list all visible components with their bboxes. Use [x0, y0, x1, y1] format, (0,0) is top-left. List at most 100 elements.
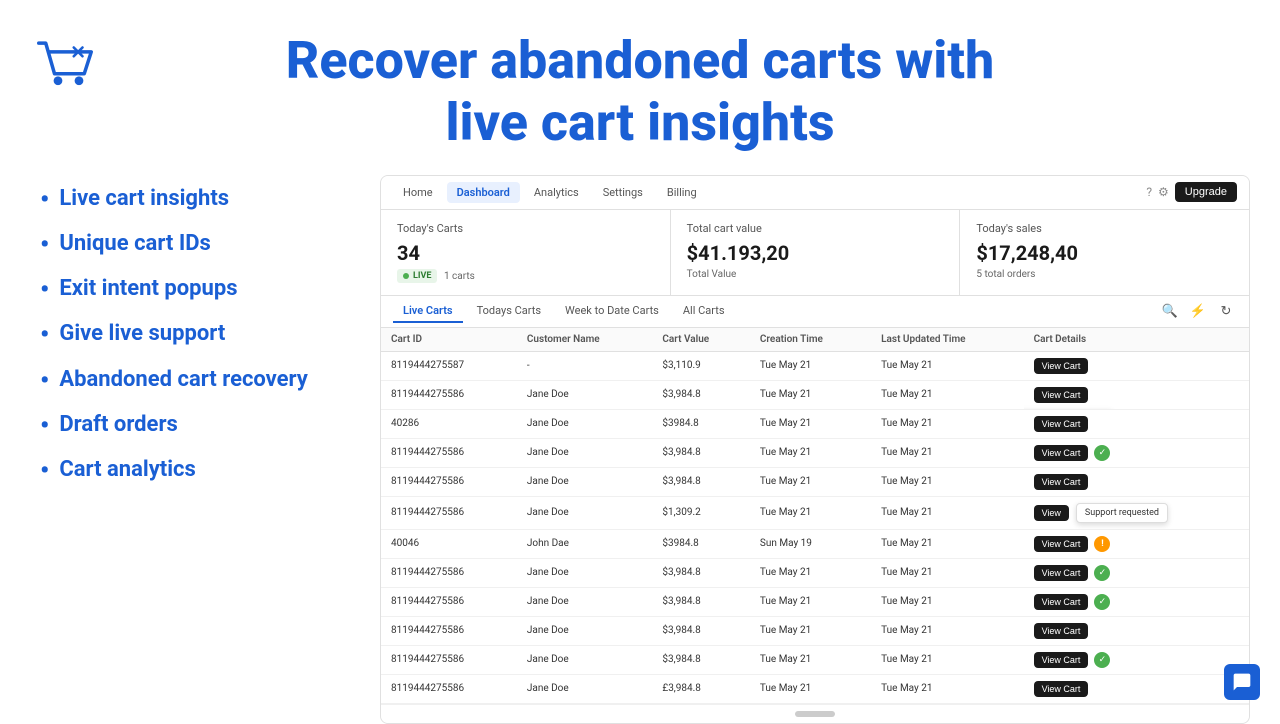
cell-0: 8119444275586 — [381, 558, 517, 587]
cell-3: Tue May 21 — [750, 380, 871, 409]
view-cart-button[interactable]: View Cart — [1034, 681, 1089, 697]
nav-item-home[interactable]: Home — [393, 182, 443, 203]
badge-green: ✓ — [1094, 445, 1110, 461]
view-cart-button[interactable]: View Cart — [1034, 536, 1089, 552]
stat-todays-carts: Today's Carts 34 LIVE 1 carts — [381, 210, 671, 295]
cart-details-cell: View Support requested — [1024, 496, 1249, 529]
todays-carts-sub: LIVE 1 carts — [397, 269, 654, 283]
cell-2: $3,984.8 — [652, 645, 750, 674]
cell-3: Tue May 21 — [750, 616, 871, 645]
cell-1: Jane Doe — [517, 558, 653, 587]
cell-2: $1,309.2 — [652, 496, 750, 529]
nav-item-billing[interactable]: Billing — [657, 182, 707, 203]
col-last-updated: Last Updated Time — [871, 328, 1023, 352]
cart-details-cell: View Cart ✓ — [1024, 558, 1249, 587]
cell-2: $3,984.8 — [652, 587, 750, 616]
cell-2: $3,984.8 — [652, 616, 750, 645]
nav-bar: Home Dashboard Analytics Settings Billin… — [381, 176, 1249, 210]
cell-1: Jane Doe — [517, 587, 653, 616]
scroll-bar[interactable] — [795, 711, 835, 717]
cell-1: Jane Doe — [517, 616, 653, 645]
cell-4: Tue May 21 — [871, 674, 1023, 703]
feature-item-abandoned-cart-recovery: Abandoned cart recovery — [40, 366, 350, 397]
badge-green: ✓ — [1094, 565, 1110, 581]
view-cart-button[interactable]: View Cart — [1034, 387, 1089, 403]
nav-item-dashboard[interactable]: Dashboard — [447, 182, 520, 203]
cell-1: Jane Doe — [517, 380, 653, 409]
badge-orange: ! — [1094, 536, 1110, 552]
cell-0: 8119444275587 — [381, 351, 517, 380]
cell-4: Tue May 21 — [871, 438, 1023, 467]
table-row: 8119444275586Jane Doe$3,984.8Tue May 21T… — [381, 558, 1249, 587]
page-header: Recover abandoned carts with live cart i… — [0, 0, 1280, 175]
feature-item-give-live-support: Give live support — [40, 320, 350, 351]
cell-2: $3,984.8 — [652, 467, 750, 496]
cart-details-cell: View Cart — [1024, 467, 1249, 496]
table-row: 8119444275586Jane Doe$3,984.8Tue May 21T… — [381, 616, 1249, 645]
cell-2: $3984.8 — [652, 529, 750, 558]
cell-3: Tue May 21 — [750, 558, 871, 587]
view-cart-button[interactable]: View Cart — [1034, 416, 1089, 432]
chat-fab[interactable] — [1224, 664, 1260, 700]
table-row: 40046John Dae$3984.8Sun May 19Tue May 21… — [381, 529, 1249, 558]
cell-4: Tue May 21 — [871, 496, 1023, 529]
search-icon[interactable]: 🔍 — [1159, 300, 1181, 322]
refresh-icon[interactable]: ↻ — [1215, 300, 1237, 322]
cell-4: Tue May 21 — [871, 409, 1023, 438]
settings-icon[interactable]: ⚙ — [1158, 185, 1169, 199]
feature-item-unique-cart-ids: Unique cart IDs — [40, 230, 350, 261]
todays-sales-sub: 5 total orders — [976, 269, 1233, 280]
view-cart-button[interactable]: View Cart — [1034, 623, 1089, 639]
table-row: 8119444275587-$3,110.9Tue May 21Tue May … — [381, 351, 1249, 380]
cell-2: $3,984.8 — [652, 558, 750, 587]
feature-item-live-cart-insights: Live cart insights — [40, 185, 350, 216]
tooltip-wrapper: View CartOrder was placed by customer — [1034, 387, 1089, 403]
stats-row: Today's Carts 34 LIVE 1 carts Total cart… — [381, 210, 1249, 296]
cell-3: Tue May 21 — [750, 351, 871, 380]
nav-item-settings[interactable]: Settings — [593, 182, 653, 203]
cell-0: 40046 — [381, 529, 517, 558]
view-cart-button[interactable]: View Cart — [1034, 474, 1089, 490]
cell-0: 8119444275586 — [381, 587, 517, 616]
main-layout: Live cart insightsUnique cart IDsExit in… — [0, 175, 1280, 724]
tab-week-to-date[interactable]: Week to Date Carts — [555, 300, 669, 323]
nav-item-analytics[interactable]: Analytics — [524, 182, 589, 203]
view-cart-button[interactable]: View — [1034, 505, 1069, 521]
view-cart-button[interactable]: View Cart — [1034, 358, 1089, 374]
tab-live-carts[interactable]: Live Carts — [393, 300, 463, 323]
tab-todays-carts[interactable]: Todays Carts — [467, 300, 551, 323]
table-section: Live Carts Todays Carts Week to Date Car… — [381, 296, 1249, 723]
cart-details-cell: View Cart✓ — [1024, 645, 1249, 674]
cell-4: Tue May 21 — [871, 380, 1023, 409]
upgrade-button[interactable]: Upgrade — [1175, 182, 1237, 202]
table-tabs: Live Carts Todays Carts Week to Date Car… — [381, 296, 1249, 328]
live-dot — [403, 273, 409, 279]
stat-total-cart-value: Total cart value $41.193,20 Total Value — [671, 210, 961, 295]
help-icon[interactable]: ? — [1146, 185, 1152, 199]
hero-title: Recover abandoned carts with live cart i… — [20, 30, 1260, 155]
todays-carts-value: 34 — [397, 241, 654, 265]
cart-logo — [30, 30, 100, 104]
cell-4: Tue May 21 — [871, 587, 1023, 616]
col-cart-id: Cart ID — [381, 328, 517, 352]
cell-3: Sun May 19 — [750, 529, 871, 558]
cell-3: Tue May 21 — [750, 496, 871, 529]
view-cart-button[interactable]: View Cart — [1034, 652, 1089, 668]
feature-list: Live cart insightsUnique cart IDsExit in… — [40, 175, 350, 501]
cell-4: Tue May 21 — [871, 616, 1023, 645]
cell-3: Tue May 21 — [750, 467, 871, 496]
todays-sales-value: $17,248,40 — [976, 241, 1233, 265]
cell-1: Jane Doe — [517, 645, 653, 674]
cell-0: 8119444275586 — [381, 496, 517, 529]
tab-all-carts[interactable]: All Carts — [673, 300, 735, 323]
support-tooltip: Support requested — [1076, 503, 1168, 523]
cell-0: 8119444275586 — [381, 380, 517, 409]
view-cart-button[interactable]: View Cart — [1034, 594, 1089, 610]
view-cart-button[interactable]: View Cart — [1034, 565, 1089, 581]
cell-3: Tue May 21 — [750, 587, 871, 616]
filter-icon[interactable]: ⚡ — [1187, 300, 1209, 322]
cell-4: Tue May 21 — [871, 645, 1023, 674]
cart-details-cell: View Cart ✓ — [1024, 438, 1249, 467]
total-cart-value-sub: Total Value — [687, 269, 944, 280]
view-cart-button[interactable]: View Cart — [1034, 445, 1089, 461]
